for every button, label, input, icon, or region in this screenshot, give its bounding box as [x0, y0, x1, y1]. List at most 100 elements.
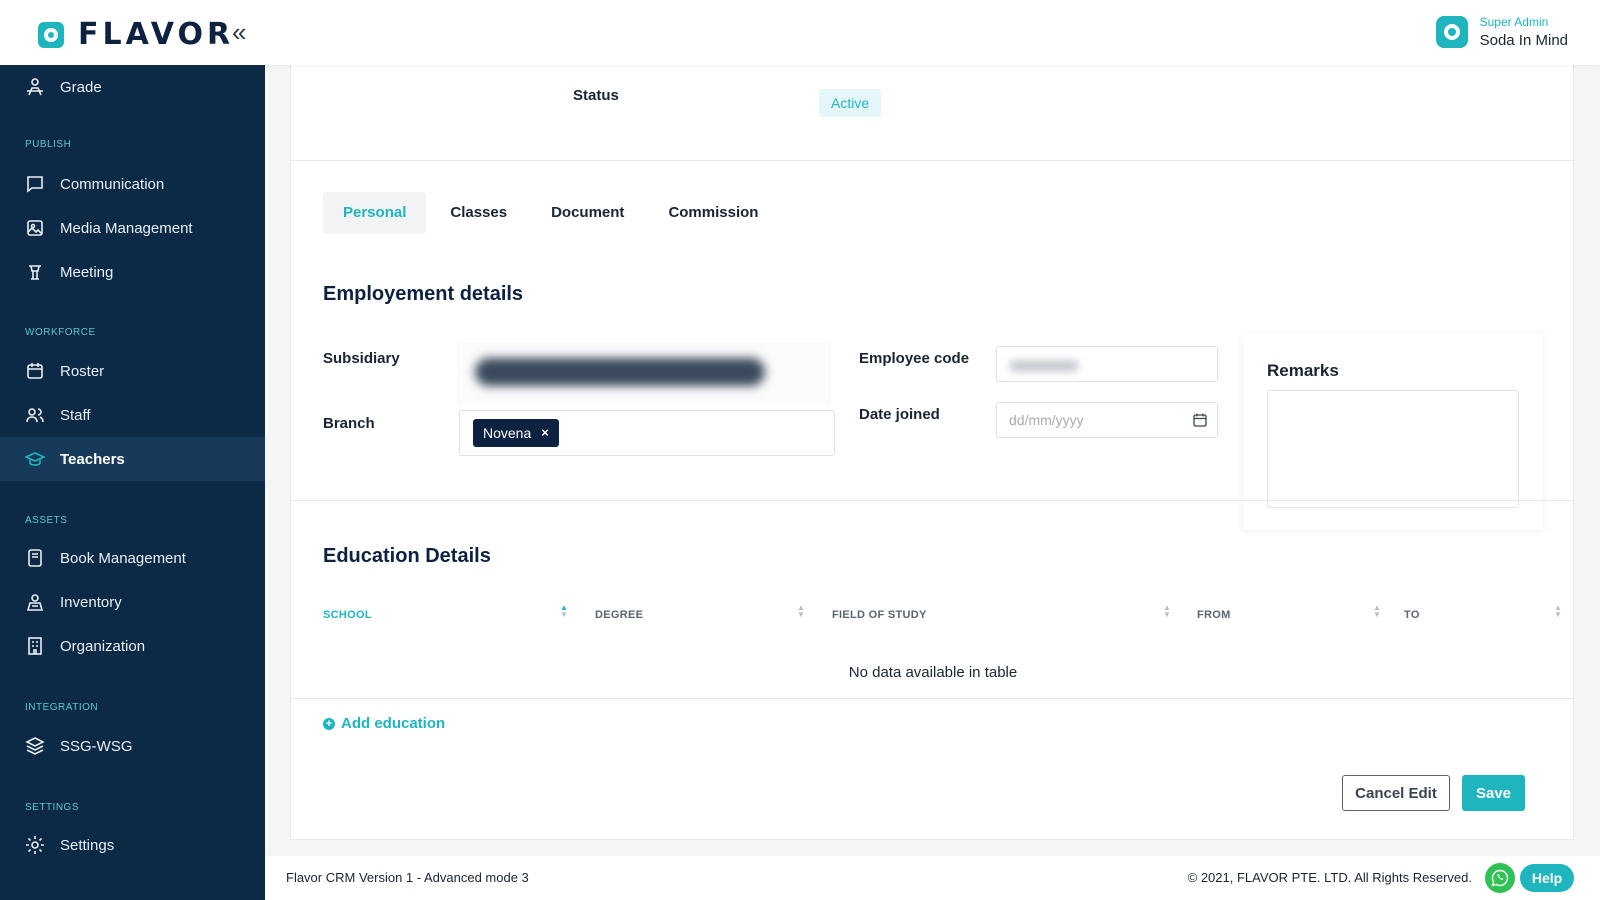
- cancel-edit-button[interactable]: Cancel Edit: [1342, 775, 1450, 811]
- tab-bar: Personal Classes Document Commission: [323, 192, 782, 234]
- section-settings: SETTINGS: [25, 802, 80, 813]
- add-education-button[interactable]: + Add education: [323, 715, 445, 732]
- column-school[interactable]: SCHOOL: [323, 609, 372, 621]
- employee-code-label: Employee code: [859, 350, 970, 367]
- sidebar-item-label: Staff: [60, 406, 91, 424]
- sidebar-item-label: SSG-WSG: [60, 737, 133, 755]
- sidebar-item-communication[interactable]: Communication: [0, 162, 265, 206]
- chip-remove-icon[interactable]: ×: [541, 419, 549, 447]
- sidebar: Grade PUBLISH Communication Media Manage…: [0, 65, 265, 900]
- column-from[interactable]: FROM: [1197, 609, 1231, 621]
- add-education-label: Add education: [341, 715, 446, 732]
- employee-code-input[interactable]: [996, 346, 1218, 382]
- sidebar-item-label: Book Management: [60, 549, 186, 567]
- branch-label: Branch: [323, 415, 375, 432]
- table-empty-message: No data available in table: [848, 664, 1018, 681]
- sidebar-item-staff[interactable]: Staff: [0, 393, 265, 437]
- save-button[interactable]: Save: [1462, 775, 1525, 811]
- subsidiary-label: Subsidiary: [323, 350, 400, 367]
- redacted-value: [1009, 360, 1079, 372]
- image-icon: [25, 218, 45, 238]
- column-to[interactable]: TO: [1404, 609, 1420, 621]
- tab-classes[interactable]: Classes: [430, 192, 527, 234]
- chat-icon: [25, 174, 45, 194]
- sidebar-item-label: Inventory: [60, 593, 122, 611]
- date-joined-input[interactable]: dd/mm/yyyy: [996, 402, 1218, 438]
- date-joined-label: Date joined: [859, 406, 940, 423]
- tab-commission[interactable]: Commission: [648, 192, 778, 234]
- users-icon: [25, 405, 45, 425]
- collapse-sidebar-icon[interactable]: «: [232, 19, 246, 45]
- inventory-icon: [25, 592, 45, 612]
- sidebar-item-inventory[interactable]: Inventory: [0, 580, 265, 624]
- logo-text: FLAVOR: [78, 17, 235, 52]
- status-label: Status: [573, 87, 619, 104]
- date-placeholder: dd/mm/yyyy: [1009, 412, 1084, 428]
- sidebar-item-label: Teachers: [60, 450, 125, 468]
- sidebar-item-label: Settings: [60, 836, 115, 854]
- column-degree[interactable]: DEGREE: [595, 609, 643, 621]
- section-workforce: WORKFORCE: [25, 327, 96, 338]
- user-menu[interactable]: Super Admin Soda In Mind: [1435, 15, 1568, 49]
- brand-logo[interactable]: FLAVOR: [38, 17, 234, 52]
- chip-label: Novena: [483, 425, 532, 441]
- divider: [291, 500, 1575, 501]
- podium-icon: [25, 262, 45, 282]
- section-assets: ASSETS: [25, 515, 68, 526]
- sort-icon[interactable]: ▲ ▼: [1163, 604, 1171, 619]
- building-icon: [25, 636, 45, 656]
- sidebar-item-book-management[interactable]: Book Management: [0, 536, 265, 580]
- sidebar-item-roster[interactable]: Roster: [0, 349, 265, 393]
- sidebar-item-label: Meeting: [60, 263, 114, 281]
- whatsapp-icon[interactable]: [1485, 863, 1515, 893]
- user-name: Soda In Mind: [1479, 32, 1568, 49]
- top-header: FLAVOR « Super Admin Soda In Mind: [0, 0, 1600, 65]
- tab-document[interactable]: Document: [531, 192, 644, 234]
- sort-icon[interactable]: ▲ ▼: [1373, 604, 1381, 619]
- divider: [291, 698, 1575, 699]
- sidebar-item-organization[interactable]: Organization: [0, 624, 265, 668]
- sidebar-item-label: Communication: [60, 175, 165, 193]
- gear-icon: [25, 835, 45, 855]
- sidebar-item-label: Roster: [60, 362, 105, 380]
- sidebar-item-ssg-wsg[interactable]: SSG-WSG: [0, 724, 265, 768]
- sort-icon[interactable]: ▲ ▼: [560, 604, 568, 619]
- grade-icon: [25, 77, 45, 97]
- help-button[interactable]: Help: [1520, 864, 1574, 892]
- sidebar-item-label: Grade: [60, 78, 102, 96]
- column-field-of-study[interactable]: FIELD OF STUDY: [832, 609, 927, 621]
- copyright-text: © 2021, FLAVOR PTE. LTD. All Rights Rese…: [1187, 870, 1472, 885]
- branch-select[interactable]: Novena ×: [459, 410, 835, 456]
- sidebar-item-grade[interactable]: Grade: [0, 65, 265, 109]
- branch-chip: Novena ×: [473, 419, 559, 447]
- footer: Flavor CRM Version 1 - Advanced mode 3 ©…: [265, 856, 1600, 900]
- remarks-textarea[interactable]: [1267, 390, 1519, 508]
- status-badge: Active: [819, 89, 882, 117]
- calendar-icon[interactable]: [1192, 412, 1208, 428]
- redacted-value: [475, 358, 765, 386]
- layers-icon: [25, 736, 45, 756]
- version-text: Flavor CRM Version 1 - Advanced mode 3: [286, 870, 529, 885]
- logo-icon: [38, 21, 64, 48]
- plus-circle-icon: +: [323, 717, 335, 730]
- sidebar-item-label: Media Management: [60, 219, 193, 237]
- graduation-cap-icon: [25, 449, 45, 469]
- avatar: [1435, 16, 1468, 48]
- employment-title: Employement details: [323, 283, 524, 305]
- sort-icon[interactable]: ▲ ▼: [1554, 604, 1562, 619]
- teacher-edit-card: Status Active Personal Classes Document …: [290, 65, 1575, 840]
- remarks-label: Remarks: [1267, 361, 1339, 380]
- user-role: Super Admin: [1479, 15, 1549, 29]
- sidebar-item-teachers[interactable]: Teachers: [0, 437, 265, 481]
- calendar-icon: [25, 361, 45, 381]
- sidebar-item-label: Organization: [60, 637, 146, 655]
- section-publish: PUBLISH: [25, 139, 72, 150]
- sort-icon[interactable]: ▲ ▼: [797, 604, 805, 619]
- tab-personal[interactable]: Personal: [323, 192, 427, 234]
- divider: [291, 160, 1575, 161]
- sidebar-item-settings[interactable]: Settings: [0, 823, 265, 867]
- book-icon: [25, 548, 45, 568]
- sidebar-item-media-management[interactable]: Media Management: [0, 206, 265, 250]
- sidebar-item-meeting[interactable]: Meeting: [0, 250, 265, 294]
- subsidiary-field[interactable]: [457, 342, 831, 404]
